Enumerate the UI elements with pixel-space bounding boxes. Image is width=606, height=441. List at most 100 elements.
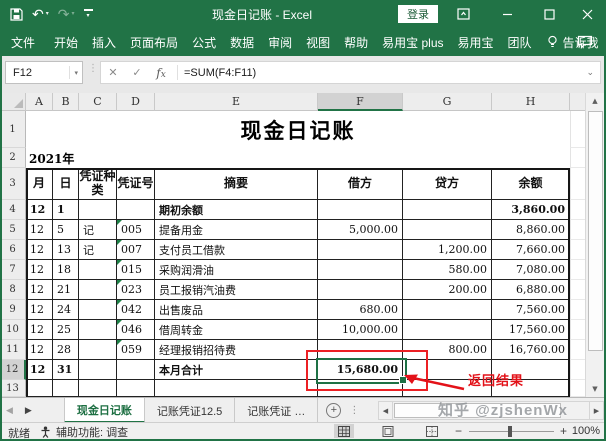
cell-A10[interactable]: 12 [26, 320, 53, 340]
normal-view-button[interactable] [334, 424, 354, 438]
cell-A13[interactable] [26, 380, 53, 397]
cell-H5[interactable]: 8,860.00 [492, 220, 570, 240]
cell-sliver[interactable] [570, 240, 586, 260]
ribbon-tab-10[interactable]: 易用宝 [451, 28, 501, 56]
cell-A5[interactable]: 12 [26, 220, 53, 240]
row-header-3[interactable]: 3 [0, 168, 26, 200]
cell-sliver[interactable] [570, 260, 586, 280]
cell-C4[interactable] [79, 200, 117, 220]
enter-check-icon[interactable]: ✓ [125, 66, 149, 79]
cell-D6[interactable]: 007 [117, 240, 155, 260]
cell-C5[interactable]: 记 [79, 220, 117, 240]
cell-B12[interactable]: 31 [53, 360, 79, 380]
header-cell-H3[interactable]: 余额 [492, 168, 570, 200]
zoom-in-button[interactable]: + [560, 424, 567, 438]
column-header-D[interactable]: D [117, 93, 155, 111]
row-header-4[interactable]: 4 [0, 200, 26, 220]
formula-field[interactable]: ✕ ✓ fx =SUM(F4:F11) ⌄ [100, 61, 601, 84]
cell-sliver[interactable] [570, 220, 586, 240]
row-header-8[interactable]: 8 [0, 280, 26, 300]
hscroll-right-icon[interactable]: ▶ [589, 402, 603, 419]
cell-H8[interactable]: 6,880.00 [492, 280, 570, 300]
header-cell-B3[interactable]: 日 [53, 168, 79, 200]
column-header-F[interactable]: F [318, 93, 403, 111]
row-header-13[interactable]: 13 [0, 380, 26, 397]
cell-sliver[interactable] [570, 340, 586, 360]
hscroll-left-icon[interactable]: ◀ [379, 402, 393, 419]
sheet-nav-next-icon[interactable]: ▶ [19, 398, 38, 423]
cell-sliver[interactable] [570, 148, 586, 168]
row-header-9[interactable]: 9 [0, 300, 26, 320]
cell-G11[interactable]: 800.00 [403, 340, 492, 360]
cell-G8[interactable]: 200.00 [403, 280, 492, 300]
cell-B11[interactable]: 28 [53, 340, 79, 360]
cell-H7[interactable]: 7,080.00 [492, 260, 570, 280]
cell-F13[interactable] [318, 380, 403, 397]
cell-sliver[interactable] [570, 280, 586, 300]
header-cell-E3[interactable]: 摘要 [155, 168, 318, 200]
cell-F12[interactable]: 15,680.00 [318, 360, 403, 380]
cell-B6[interactable]: 13 [53, 240, 79, 260]
row-header-1[interactable]: 1 [0, 111, 26, 148]
cell-sliver[interactable] [570, 200, 586, 220]
cell-C13[interactable] [79, 380, 117, 397]
header-cell-D3[interactable]: 凭证号 [117, 168, 155, 200]
ribbon-display-options-icon[interactable] [448, 0, 478, 28]
row-header-5[interactable]: 5 [0, 220, 26, 240]
ribbon-tab-7[interactable]: 视图 [299, 28, 337, 56]
sheet-nav-prev-icon[interactable]: ◀ [0, 398, 19, 423]
cell-D12[interactable] [117, 360, 155, 380]
cell-A4[interactable]: 12 [26, 200, 53, 220]
redo-button[interactable]: ↷▾ [58, 7, 75, 21]
cell-C10[interactable] [79, 320, 117, 340]
cell-E7[interactable]: 采购润滑油 [155, 260, 318, 280]
cell-A9[interactable]: 12 [26, 300, 53, 320]
cell-C7[interactable] [79, 260, 117, 280]
ribbon-tab-8[interactable]: 帮助 [337, 28, 375, 56]
page-layout-view-button[interactable] [378, 424, 398, 438]
cell-D7[interactable]: 015 [117, 260, 155, 280]
select-all-corner[interactable] [0, 93, 26, 111]
ribbon-tab-9[interactable]: 易用宝 plus [375, 28, 450, 56]
cell-F11[interactable] [318, 340, 403, 360]
expand-formula-bar-icon[interactable]: ⌄ [586, 67, 600, 78]
cell-H9[interactable]: 7,560.00 [492, 300, 570, 320]
header-cell-C3[interactable]: 凭证种类 [79, 168, 117, 200]
formula-text[interactable]: =SUM(F4:F11) [184, 67, 586, 79]
header-cell-F3[interactable]: 借方 [318, 168, 403, 200]
save-icon[interactable] [10, 8, 23, 21]
cell-B5[interactable]: 5 [53, 220, 79, 240]
cell-B10[interactable]: 25 [53, 320, 79, 340]
cell-E10[interactable]: 借周转金 [155, 320, 318, 340]
cell-D8[interactable]: 023 [117, 280, 155, 300]
zoom-slider-thumb[interactable] [508, 426, 512, 437]
cell-D5[interactable]: 005 [117, 220, 155, 240]
column-header-H[interactable]: H [492, 93, 570, 111]
ribbon-tab-3[interactable]: 页面布局 [123, 28, 185, 56]
ribbon-tab-5[interactable]: 数据 [223, 28, 261, 56]
maximize-button[interactable] [534, 0, 564, 28]
cell-D13[interactable] [117, 380, 155, 397]
cell-sliver[interactable] [570, 168, 586, 200]
ribbon-tab-1[interactable]: 开始 [47, 28, 85, 56]
header-cell-A3[interactable]: 月 [26, 168, 53, 200]
cell-E8[interactable]: 员工报销汽油费 [155, 280, 318, 300]
cell-F10[interactable]: 10,000.00 [318, 320, 403, 340]
cell-B9[interactable]: 24 [53, 300, 79, 320]
ribbon-tab-11[interactable]: 团队 [501, 28, 539, 56]
vscroll-down-icon[interactable]: ▼ [586, 385, 604, 393]
cell-sliver[interactable] [570, 300, 586, 320]
ribbon-tab-2[interactable]: 插入 [85, 28, 123, 56]
column-header-E[interactable]: E [155, 93, 318, 111]
fill-handle[interactable] [399, 376, 407, 384]
ribbon-tab-4[interactable]: 公式 [185, 28, 223, 56]
sheet-tab-active[interactable]: 现金日记账 [64, 398, 145, 423]
cell-E13[interactable] [155, 380, 318, 397]
cell-B4[interactable]: 1 [53, 200, 79, 220]
cell-D10[interactable]: 046 [117, 320, 155, 340]
cell-G4[interactable] [403, 200, 492, 220]
cell-A6[interactable]: 12 [26, 240, 53, 260]
cell-F9[interactable]: 680.00 [318, 300, 403, 320]
cell-A7[interactable]: 12 [26, 260, 53, 280]
cell-G6[interactable]: 1,200.00 [403, 240, 492, 260]
